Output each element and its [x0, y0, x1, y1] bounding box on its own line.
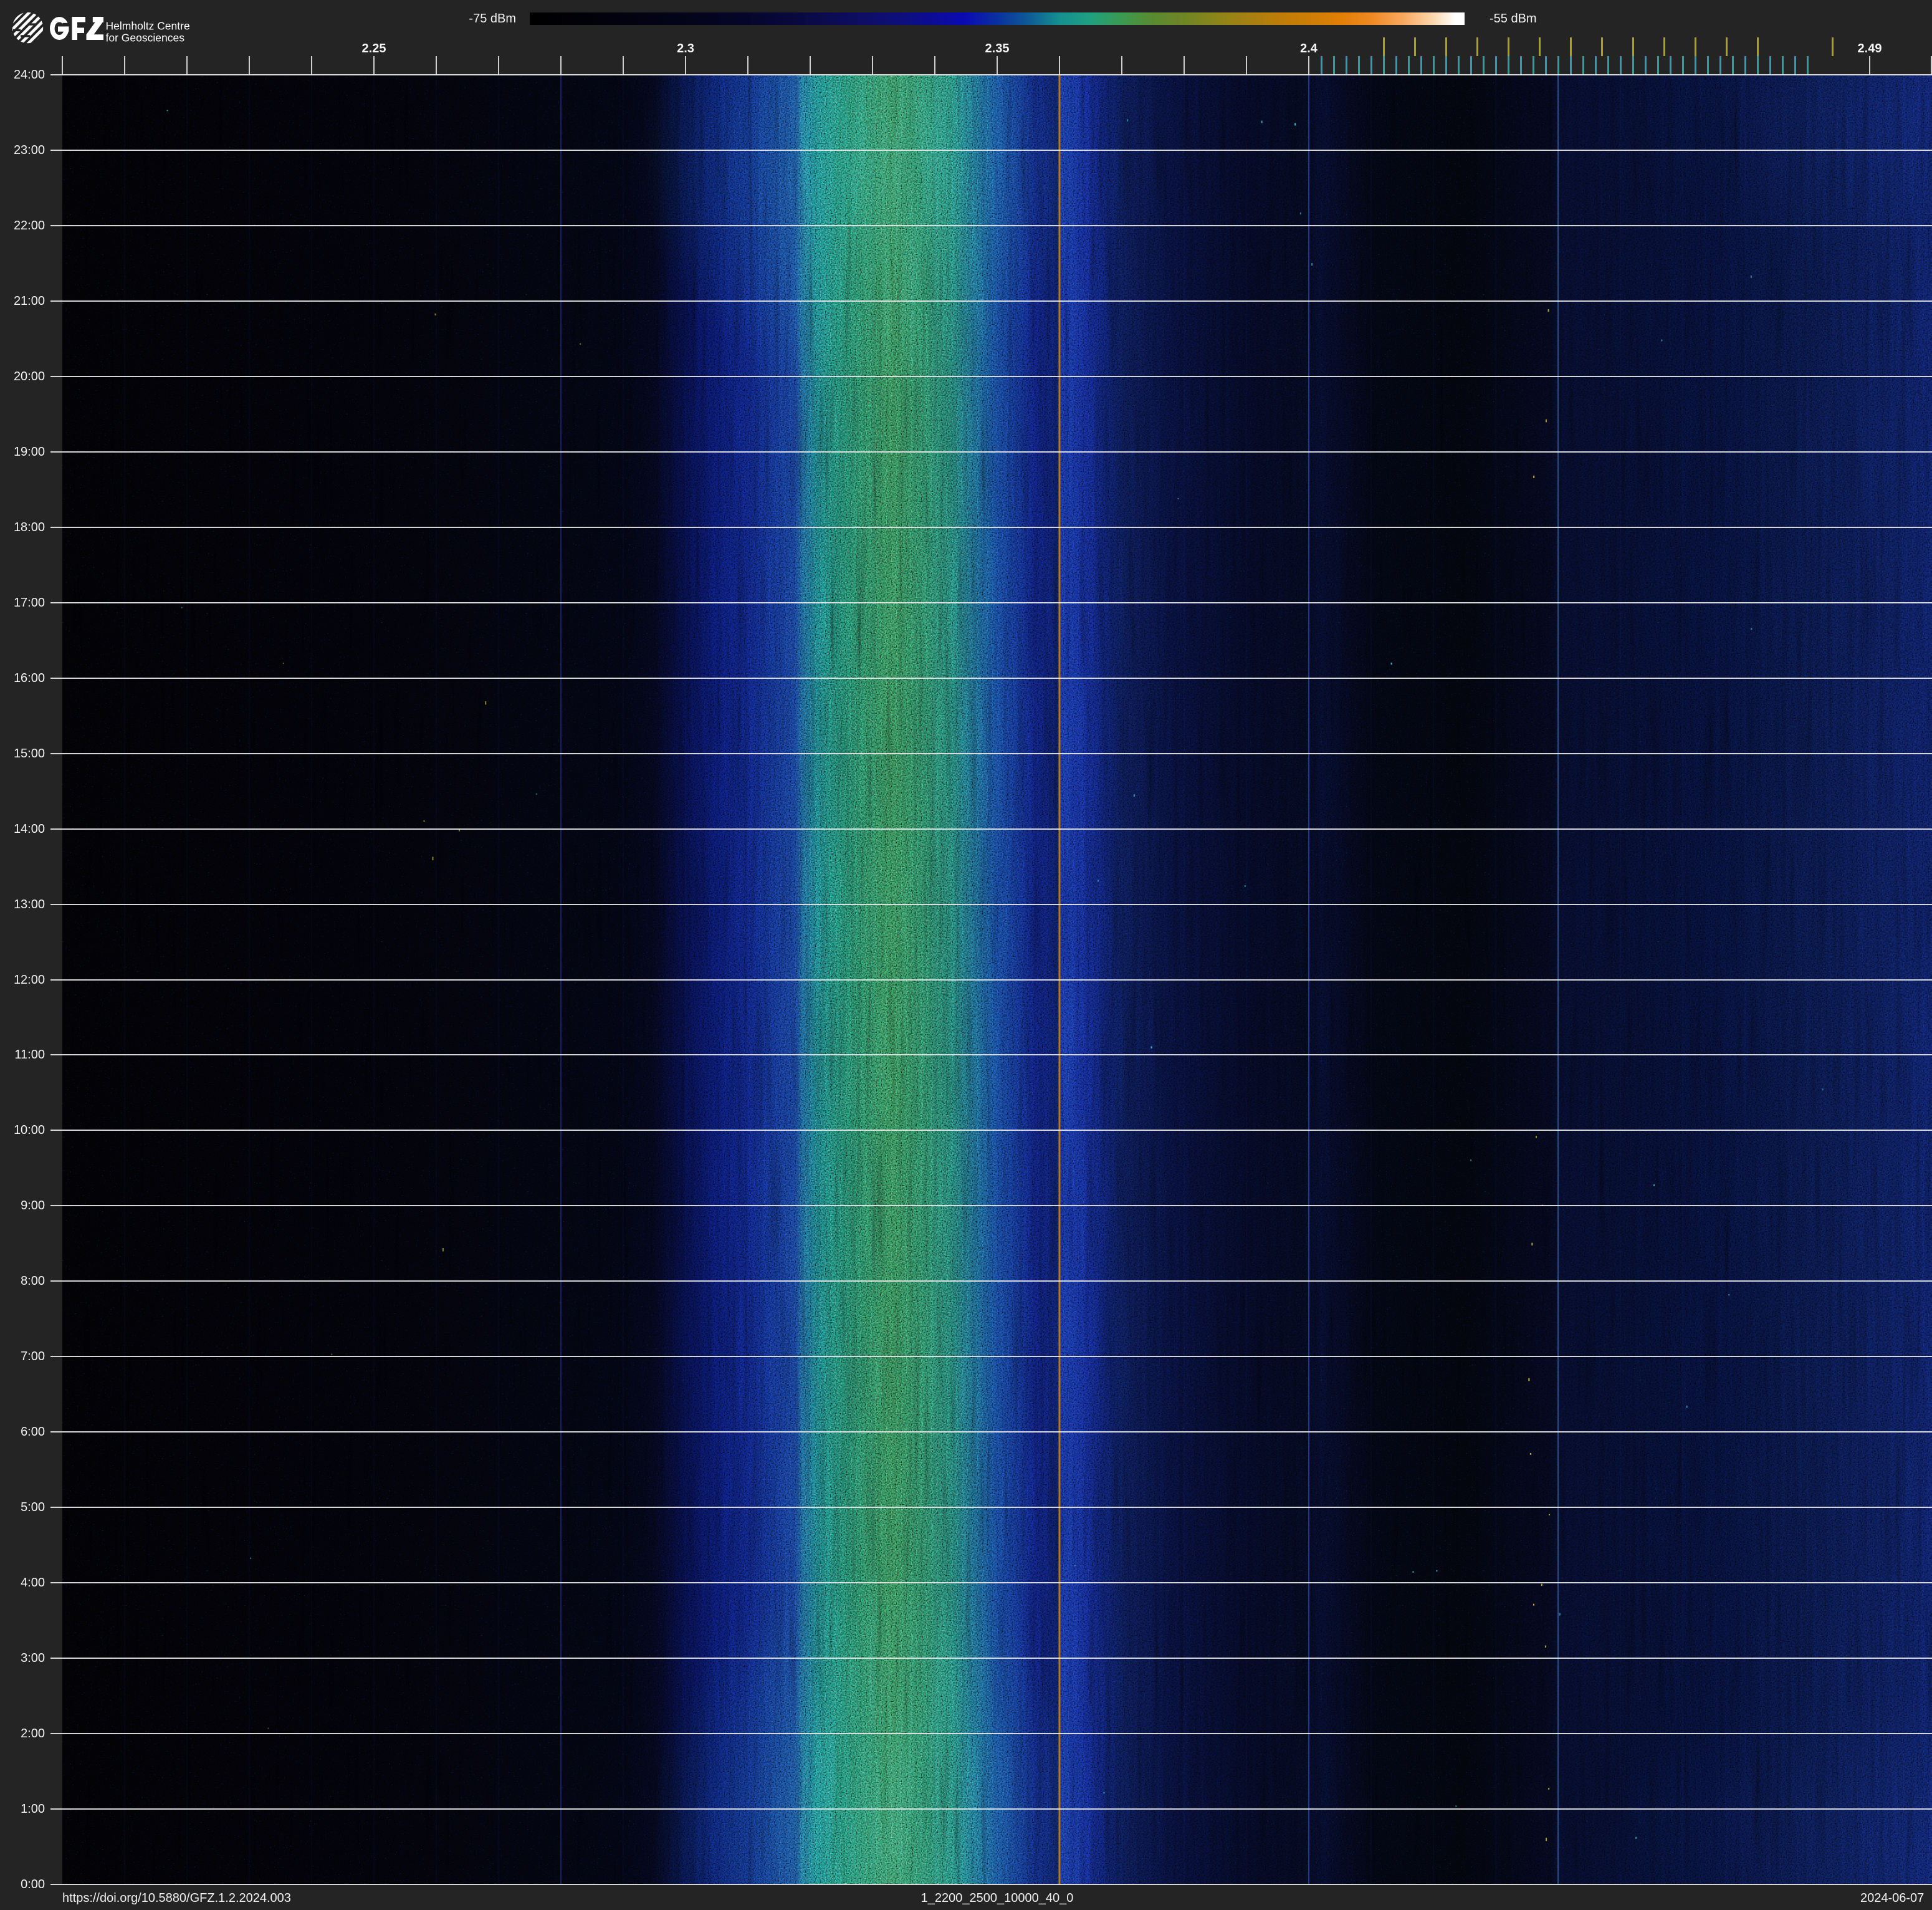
svg-text:Helmholtz Centre: Helmholtz Centre	[106, 20, 190, 32]
svg-text:for Geosciences: for Geosciences	[106, 32, 185, 44]
